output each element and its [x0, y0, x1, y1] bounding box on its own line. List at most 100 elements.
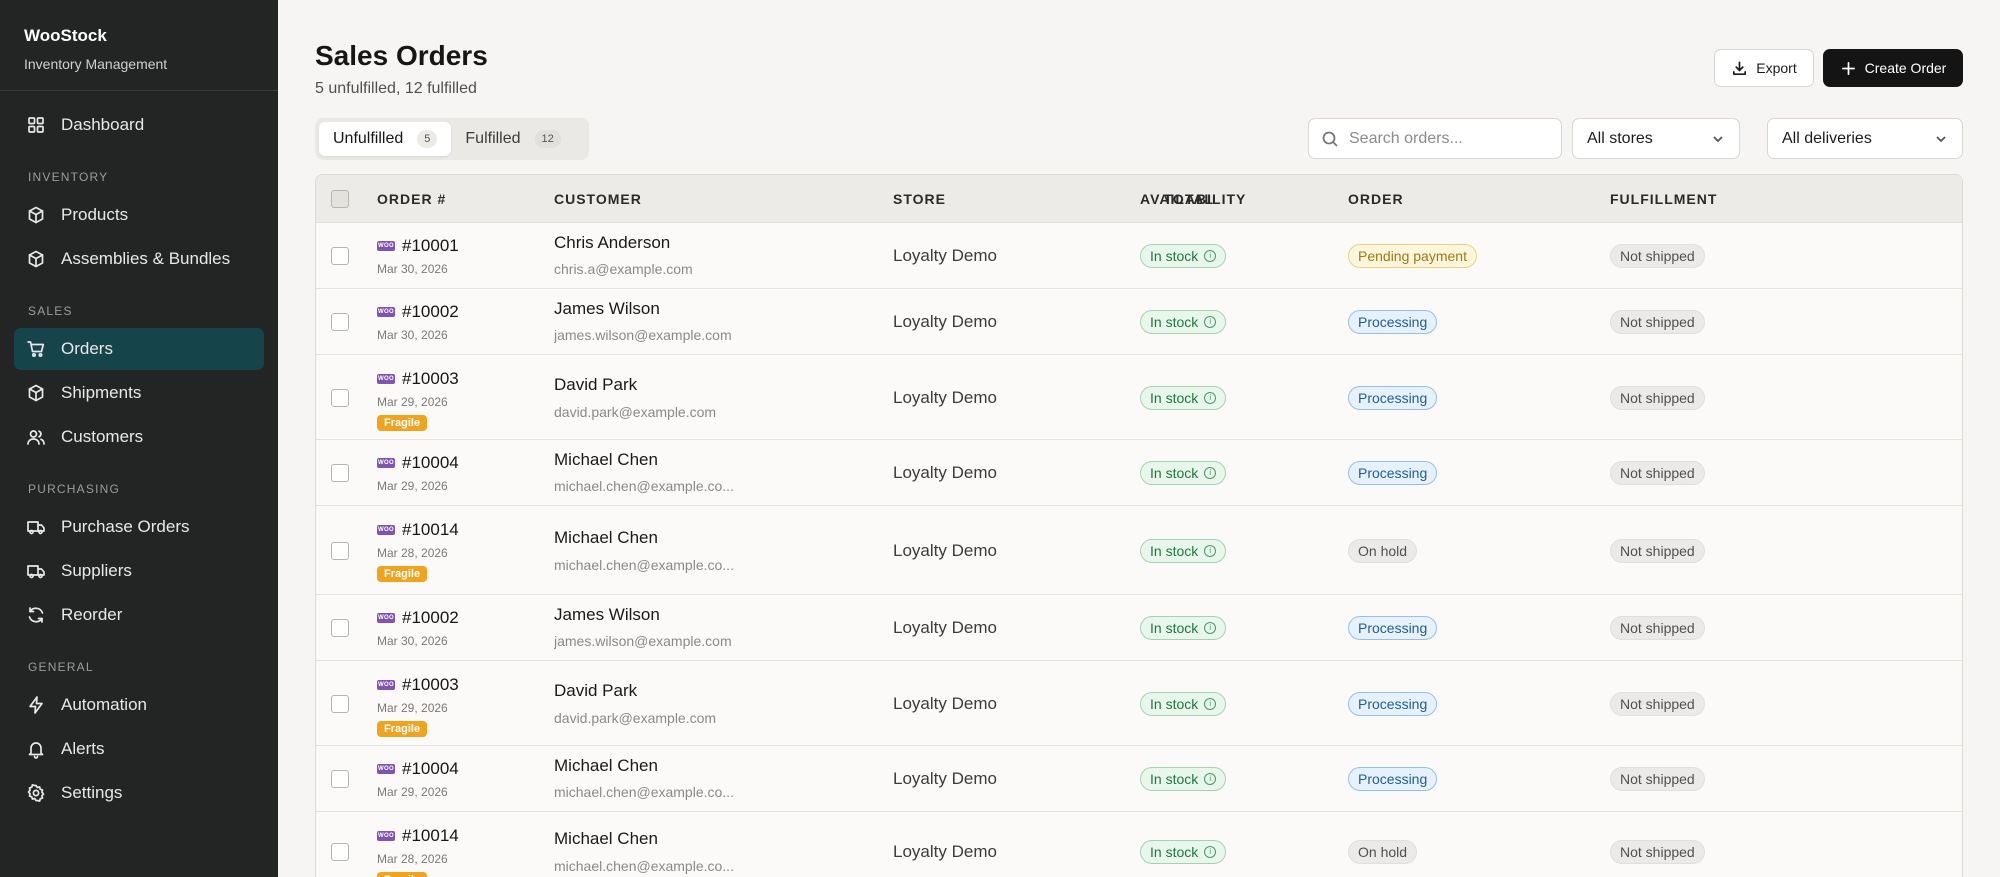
- row-checkbox[interactable]: [331, 388, 349, 407]
- tab-unfulfilled[interactable]: Unfulfilled 5: [319, 122, 452, 156]
- tab-label: Fulfilled: [465, 130, 521, 147]
- cart-icon: [26, 339, 46, 359]
- select-all-checkbox[interactable]: [331, 190, 349, 208]
- sidebar-item-products[interactable]: Products: [14, 194, 264, 236]
- availability-badge[interactable]: In stock i: [1140, 461, 1227, 485]
- delivery-filter-select[interactable]: All deliveries: [1767, 118, 1963, 159]
- create-order-label: Create Order: [1864, 60, 1947, 76]
- column-header-order-status[interactable]: ORDER: [1348, 191, 1404, 207]
- column-header-customer[interactable]: CUSTOMER: [554, 191, 642, 207]
- info-icon: i: [1204, 467, 1217, 479]
- sidebar-item-alerts[interactable]: Alerts: [14, 728, 264, 770]
- store-name: Loyalty Demo: [893, 842, 997, 861]
- customer-email: david.park@example.com: [554, 403, 717, 420]
- row-checkbox[interactable]: [331, 313, 349, 331]
- tab-count-badge: 5: [417, 130, 438, 148]
- row-checkbox[interactable]: [331, 464, 349, 482]
- fulfillment-badge: Not shipped: [1610, 767, 1705, 791]
- customer-email: michael.chen@example.co...: [554, 858, 734, 874]
- woocommerce-icon: WOO: [377, 613, 395, 623]
- order-date: Mar 30, 2026: [377, 634, 448, 648]
- customer-name: Chris Anderson: [554, 233, 671, 252]
- column-header-fulfillment[interactable]: FULFILLMENT: [1610, 191, 1717, 207]
- sidebar-item-dashboard[interactable]: Dashboard: [14, 104, 264, 146]
- sidebar-item-assemblies-bundles[interactable]: Assemblies & Bundles: [14, 238, 264, 280]
- order-link[interactable]: WOO #10001: [377, 236, 459, 256]
- users-icon: [26, 427, 46, 447]
- store-name: Loyalty Demo: [893, 540, 997, 560]
- order-link[interactable]: WOO #10014: [377, 826, 459, 846]
- customer-name: Michael Chen: [554, 829, 658, 848]
- order-link[interactable]: WOO #10003: [377, 369, 459, 389]
- sidebar-item-settings[interactable]: Settings: [14, 772, 264, 814]
- table-row[interactable]: WOO #10001 Mar 30, 2026 Chris Anderson chris…: [316, 223, 1962, 289]
- nav-section-sales: SALES: [28, 304, 73, 318]
- availability-badge[interactable]: In stock i: [1140, 767, 1227, 791]
- plus-icon: [1841, 61, 1855, 75]
- store-name: Loyalty Demo: [893, 387, 997, 407]
- order-link[interactable]: WOO #10014: [377, 520, 459, 540]
- sidebar-item-shipments[interactable]: Shipments: [14, 372, 264, 414]
- availability-badge[interactable]: In stock i: [1140, 616, 1227, 640]
- column-header-store[interactable]: STORE: [893, 191, 946, 207]
- info-icon: i: [1204, 697, 1217, 710]
- main-content: Sales Orders 5 unfulfilled, 12 fulfilled…: [278, 0, 2000, 877]
- fulfillment-badge: Not shipped: [1610, 691, 1705, 716]
- availability-badge[interactable]: In stock i: [1140, 244, 1227, 268]
- sidebar-item-label: Orders: [61, 339, 113, 358]
- row-checkbox[interactable]: [331, 694, 349, 713]
- sidebar-item-label: Products: [61, 205, 129, 224]
- search-input[interactable]: [1349, 129, 1549, 148]
- sidebar-item-orders[interactable]: Orders: [14, 328, 264, 370]
- column-header-order[interactable]: ORDER #: [377, 191, 446, 207]
- row-checkbox[interactable]: [331, 619, 349, 637]
- table-row[interactable]: WOO #10002 Mar 30, 2026 James Wilson james.w…: [316, 595, 1962, 661]
- table-row[interactable]: WOO #10004 Mar 29, 2026 Michael Chen michael…: [316, 440, 1962, 506]
- chevron-down-icon: [1936, 135, 1946, 142]
- nav-section-inventory: INVENTORY: [28, 170, 109, 184]
- table-row[interactable]: WOO #10003 Mar 29, 2026 Fragile David Park da…: [316, 661, 1962, 746]
- fulfillment-badge: Not shipped: [1610, 840, 1705, 864]
- order-status-badge: Processing: [1348, 310, 1438, 334]
- order-link[interactable]: WOO #10002: [377, 608, 459, 628]
- row-checkbox[interactable]: [331, 247, 349, 265]
- availability-label: In stock: [1150, 389, 1199, 406]
- sidebar-item-customers[interactable]: Customers: [14, 416, 264, 458]
- woocommerce-icon: WOO: [377, 374, 395, 384]
- table-row[interactable]: WOO #10014 Mar 28, 2026 Fragile Michael Chen…: [316, 812, 1962, 877]
- row-checkbox[interactable]: [331, 843, 349, 861]
- order-link[interactable]: WOO #10003: [377, 675, 459, 695]
- table-row[interactable]: WOO #10004 Mar 29, 2026 Michael Chen michael…: [316, 746, 1962, 812]
- order-status-badge: On hold: [1348, 538, 1418, 563]
- store-filter-select[interactable]: All stores: [1572, 118, 1740, 159]
- customer-email: michael.chen@example.co...: [554, 784, 734, 800]
- row-checkbox[interactable]: [331, 541, 349, 560]
- store-filter-value: All stores: [1587, 129, 1653, 147]
- order-status-badge: Processing: [1348, 767, 1438, 791]
- export-button[interactable]: Export: [1714, 49, 1814, 87]
- sidebar-item-purchase-orders[interactable]: Purchase Orders: [14, 506, 264, 548]
- sidebar-item-suppliers[interactable]: Suppliers: [14, 550, 264, 592]
- page-title: Sales Orders: [315, 40, 488, 71]
- availability-badge[interactable]: In stock i: [1140, 538, 1227, 563]
- info-icon: i: [1204, 250, 1217, 262]
- create-order-button[interactable]: Create Order: [1823, 49, 1963, 87]
- row-checkbox[interactable]: [331, 770, 349, 788]
- order-link[interactable]: WOO #10002: [377, 302, 459, 322]
- order-status-badge: Processing: [1348, 616, 1438, 640]
- lightning-icon: [26, 695, 46, 715]
- availability-badge[interactable]: In stock i: [1140, 691, 1227, 716]
- table-row[interactable]: WOO #10002 Mar 30, 2026 James Wilson james.w…: [316, 289, 1962, 355]
- order-link[interactable]: WOO #10004: [377, 759, 459, 779]
- availability-badge[interactable]: In stock i: [1140, 310, 1227, 334]
- table-row[interactable]: WOO #10003 Mar 29, 2026 Fragile David Park da…: [316, 355, 1962, 440]
- sidebar-item-reorder[interactable]: Reorder: [14, 594, 264, 636]
- table-row[interactable]: WOO #10014 Mar 28, 2026 Fragile Michael Chen…: [316, 506, 1962, 595]
- availability-badge[interactable]: In stock i: [1140, 840, 1227, 864]
- order-link[interactable]: WOO #10004: [377, 453, 459, 473]
- availability-badge[interactable]: In stock i: [1140, 385, 1227, 410]
- sidebar-item-automation[interactable]: Automation: [14, 684, 264, 726]
- column-header-availability[interactable]: AVAILABILITY: [1140, 191, 1246, 207]
- tab-fulfilled[interactable]: Fulfilled 12: [451, 122, 574, 156]
- customer-name: Michael Chen: [554, 450, 658, 469]
